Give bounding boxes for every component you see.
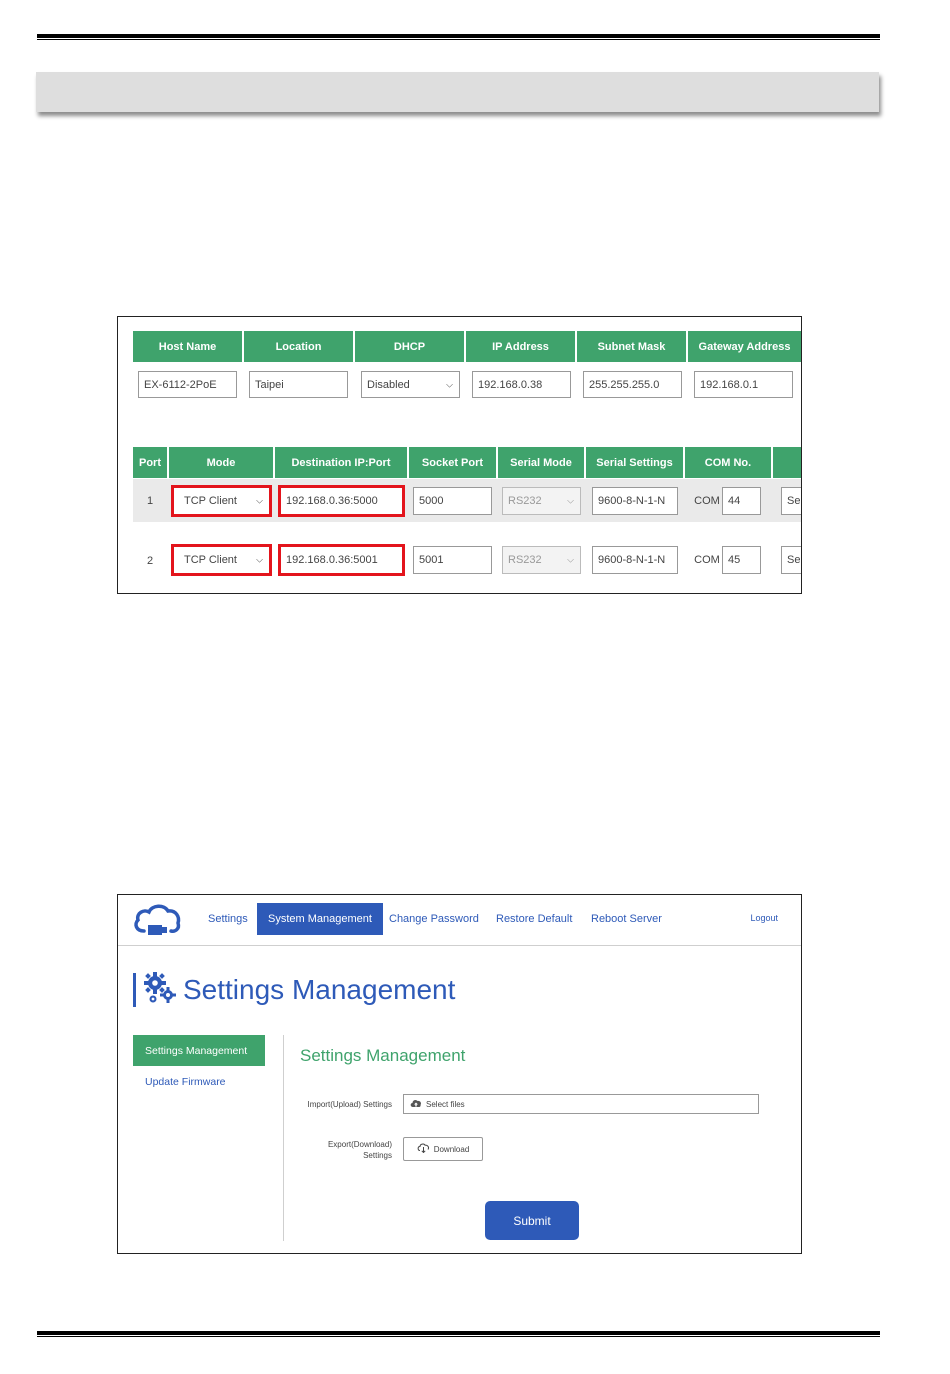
cloud-usb-logo-icon — [132, 903, 182, 942]
nav-system-management[interactable]: System Management — [257, 903, 383, 935]
ip-address-input[interactable]: 192.168.0.38 — [472, 371, 571, 398]
extra-select-1[interactable]: Se — [781, 487, 801, 515]
chevron-down-icon: ⌵ — [256, 495, 263, 506]
select-files-input[interactable]: Select files — [403, 1094, 759, 1114]
nav-settings[interactable]: Settings — [208, 903, 248, 935]
bottom-rule — [37, 1331, 880, 1337]
socket-port-value-1: 5000 — [419, 495, 444, 507]
page-title-row: Settings Management — [133, 971, 456, 1010]
socket-port-input-2[interactable]: 5001 — [413, 546, 492, 574]
chevron-down-icon: ⌵ — [446, 379, 453, 389]
com-prefix-1: COM — [694, 495, 720, 507]
port-number-1: 1 — [146, 494, 154, 507]
port-number-2: 2 — [146, 554, 154, 567]
chevron-down-icon: ⌵ — [256, 554, 263, 565]
header-port: Port — [133, 447, 167, 478]
download-button[interactable]: Download — [403, 1137, 483, 1161]
com-no-input-1[interactable]: 44 — [722, 487, 761, 515]
header-extra — [773, 447, 801, 478]
header-serial-mode: Serial Mode — [498, 447, 584, 478]
cloud-upload-icon — [410, 1099, 422, 1110]
mode-select-1[interactable]: TCP Client ⌵ — [171, 485, 272, 517]
port-settings-screenshot: Host Name Location DHCP IP Address Subne… — [117, 316, 802, 594]
select-files-text: Select files — [426, 1099, 465, 1109]
sidebar-divider — [283, 1035, 284, 1241]
header-location: Location — [244, 331, 353, 362]
destination-value-2: 192.168.0.36:5001 — [286, 554, 378, 566]
location-value: Taipei — [255, 378, 284, 391]
settings-management-screenshot: Settings System Management Change Passwo… — [117, 894, 802, 1254]
title-accent-bar — [133, 973, 136, 1007]
header-dhcp: DHCP — [355, 331, 464, 362]
gateway-address-input[interactable]: 192.168.0.1 — [694, 371, 793, 398]
com-no-value-2: 45 — [728, 554, 741, 566]
com-no-input-2[interactable]: 45 — [722, 546, 761, 574]
export-label-line1: Export(Download) — [327, 1140, 392, 1149]
mode-value-2: TCP Client — [184, 554, 237, 566]
subnet-mask-input[interactable]: 255.255.255.0 — [583, 371, 682, 398]
destination-input-2[interactable]: 192.168.0.36:5001 — [278, 544, 405, 576]
section-header-bar — [36, 72, 879, 112]
cloud-download-icon — [417, 1143, 430, 1155]
serial-mode-value-2: RS232 — [508, 554, 542, 566]
header-mode: Mode — [169, 447, 273, 478]
location-input[interactable]: Taipei — [249, 371, 348, 398]
serial-mode-select-2[interactable]: RS232 ⌵ — [502, 546, 581, 574]
serial-settings-input-2[interactable]: 9600-8-N-1-N — [592, 546, 678, 574]
header-serial-settings: Serial Settings — [586, 447, 683, 478]
export-label-line2: Settings — [363, 1151, 392, 1160]
page-title: Settings Management — [183, 974, 456, 1005]
chevron-down-icon: ⌵ — [567, 495, 574, 506]
gateway-address-value: 192.168.0.1 — [700, 378, 759, 391]
header-destination: Destination IP:Port — [275, 447, 407, 478]
header-gateway-address: Gateway Address — [688, 331, 801, 362]
gears-icon — [143, 971, 177, 1010]
extra-select-2[interactable]: Se — [781, 546, 801, 574]
dhcp-select[interactable]: Disabled ⌵ — [361, 371, 460, 398]
serial-settings-value-1: 9600-8-N-1-N — [598, 495, 666, 507]
ip-address-value: 192.168.0.38 — [478, 378, 543, 391]
serial-mode-select-1[interactable]: RS232 ⌵ — [502, 487, 581, 515]
destination-value-1: 192.168.0.36:5000 — [286, 495, 378, 507]
serial-settings-value-2: 9600-8-N-1-N — [598, 554, 666, 566]
serial-settings-input-1[interactable]: 9600-8-N-1-N — [592, 487, 678, 515]
nav-change-password[interactable]: Change Password — [389, 903, 479, 935]
export-settings-label: Export(Download) Settings — [288, 1139, 392, 1161]
sidebar-item-settings-management[interactable]: Settings Management — [133, 1035, 265, 1066]
socket-port-value-2: 5001 — [419, 554, 444, 566]
host-name-value: EX-6112-2PoE — [144, 378, 217, 391]
section-title: Settings Management — [300, 1046, 466, 1065]
import-settings-label: Import(Upload) Settings — [307, 1100, 392, 1109]
extra-value-2: Se — [787, 554, 801, 566]
top-navigation: Settings System Management Change Passwo… — [118, 895, 801, 946]
mode-value-1: TCP Client — [184, 495, 237, 507]
socket-port-input-1[interactable]: 5000 — [413, 487, 492, 515]
sidebar-item-update-firmware[interactable]: Update Firmware — [145, 1076, 226, 1088]
chevron-down-icon: ⌵ — [567, 554, 574, 565]
dhcp-value: Disabled — [367, 378, 410, 391]
com-prefix-2: COM — [694, 554, 720, 566]
submit-button[interactable]: Submit — [485, 1201, 579, 1240]
header-ip-address: IP Address — [466, 331, 575, 362]
nav-restore-default[interactable]: Restore Default — [496, 903, 572, 935]
serial-mode-value-1: RS232 — [508, 495, 542, 507]
top-rule — [37, 34, 880, 40]
logout-link[interactable]: Logout — [750, 913, 778, 923]
header-subnet-mask: Subnet Mask — [577, 331, 686, 362]
mode-select-2[interactable]: TCP Client ⌵ — [171, 544, 272, 576]
nav-reboot-server[interactable]: Reboot Server — [591, 903, 662, 935]
header-host-name: Host Name — [133, 331, 242, 362]
extra-value-1: Se — [787, 495, 801, 507]
header-com-no: COM No. — [685, 447, 771, 478]
host-name-input[interactable]: EX-6112-2PoE — [138, 371, 237, 398]
destination-input-1[interactable]: 192.168.0.36:5000 — [278, 485, 405, 517]
header-socket-port: Socket Port — [409, 447, 496, 478]
download-label: Download — [433, 1144, 470, 1154]
subnet-mask-value: 255.255.255.0 — [589, 378, 660, 391]
com-no-value-1: 44 — [728, 495, 741, 507]
